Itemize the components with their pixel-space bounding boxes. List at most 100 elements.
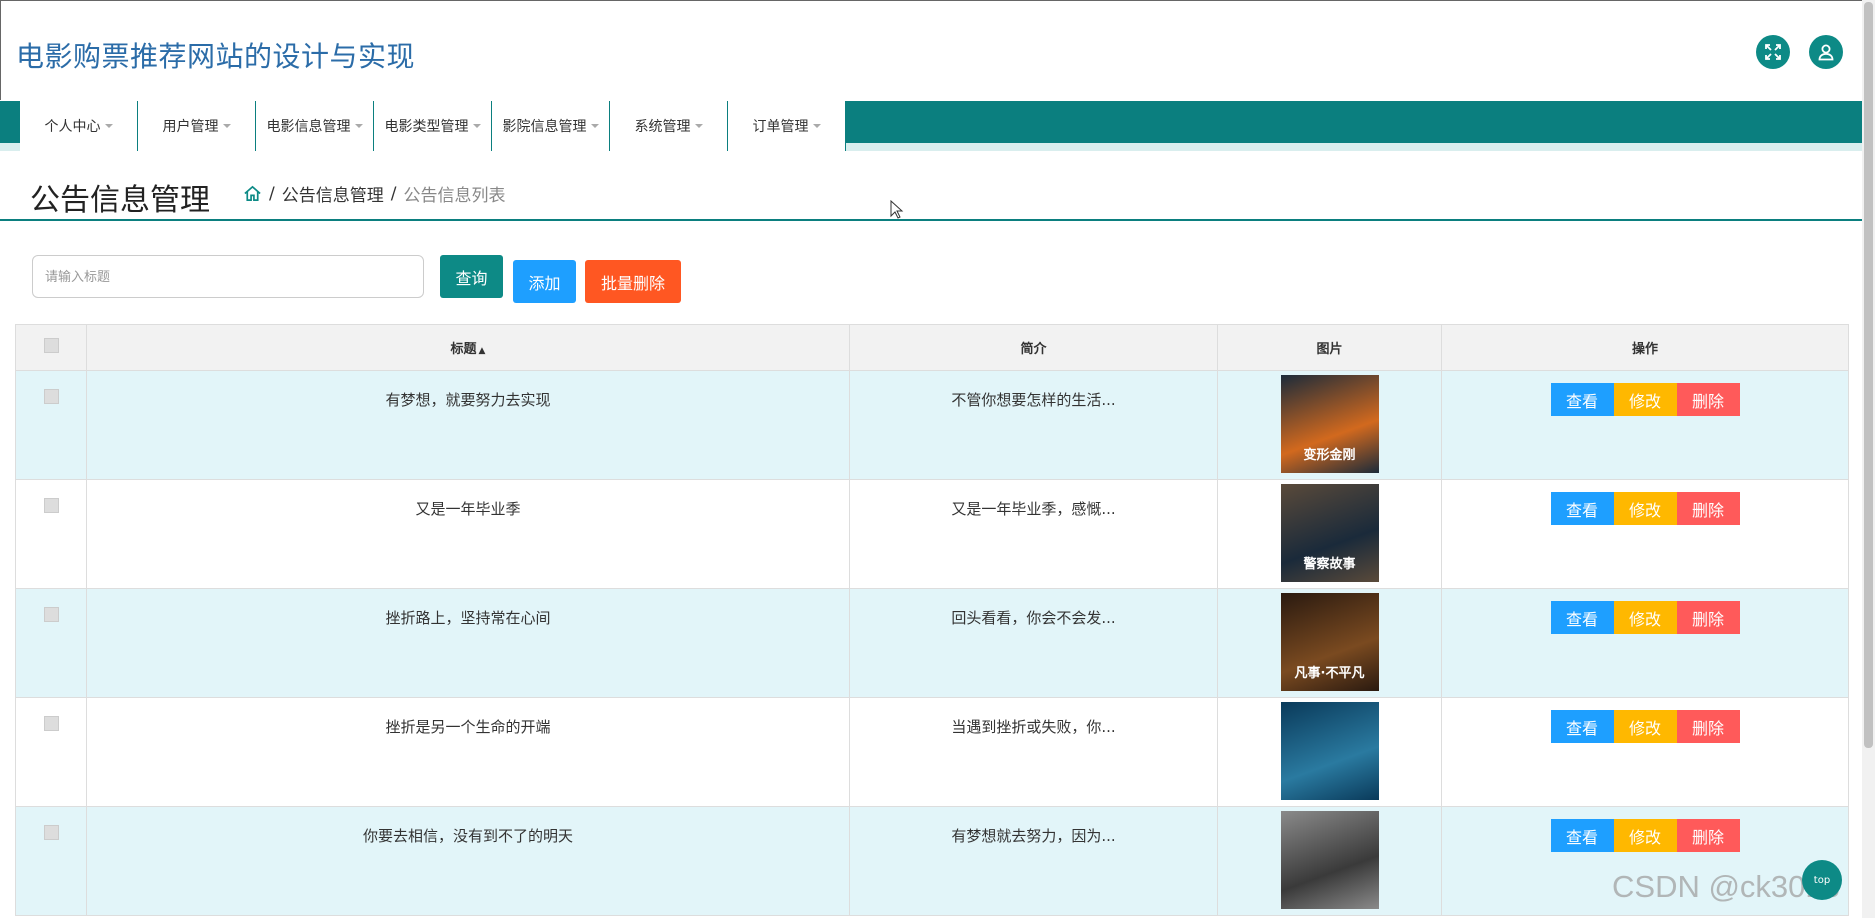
main-nav: 个人中心 用户管理 电影信息管理 电影类型管理 影院信息管理 系统管理 订单管理 — [0, 101, 1862, 151]
delete-button[interactable]: 删除 — [1676, 819, 1740, 852]
breadcrumb-separator: / — [390, 183, 397, 204]
fullscreen-icon — [1765, 44, 1781, 60]
title-cell: 挫折路上，坚持常在心间 — [86, 588, 850, 698]
page-title: 公告信息管理 — [30, 183, 210, 218]
fullscreen-button[interactable] — [1756, 35, 1790, 69]
breadcrumb: / 公告信息管理 / 公告信息列表 — [243, 181, 505, 206]
user-button[interactable] — [1809, 35, 1843, 69]
summary-cell: 回头看看，你会不会发... — [849, 588, 1218, 698]
actions-cell: 查看 修改 删除 — [1441, 370, 1849, 480]
delete-button[interactable]: 删除 — [1676, 710, 1740, 743]
nav-item-user-management[interactable]: 用户管理 — [138, 101, 256, 151]
image-cell — [1217, 806, 1442, 916]
summary-cell: 又是一年毕业季，感慨... — [849, 479, 1218, 589]
nav-item-label: 订单管理 — [752, 119, 809, 135]
poster-caption: 警察故事 — [1303, 557, 1356, 572]
column-header-summary: 简介 — [849, 324, 1218, 371]
nav-item-orders[interactable]: 订单管理 — [728, 101, 846, 151]
row-checkbox[interactable] — [43, 825, 59, 840]
caret-down-icon — [354, 124, 363, 128]
nav-item-system[interactable]: 系统管理 — [610, 101, 728, 151]
image-cell: 警察故事 — [1217, 479, 1442, 589]
summary-cell: 不管你想要怎样的生活... — [849, 370, 1218, 480]
title-cell: 又是一年毕业季 — [86, 479, 850, 589]
select-all-cell[interactable] — [15, 324, 87, 371]
row-checkbox[interactable] — [43, 607, 59, 622]
column-header-actions: 操作 — [1441, 324, 1849, 371]
caret-down-icon — [104, 124, 113, 128]
table-row: 挫折是另一个生命的开端 当遇到挫折或失败，你... 查看 修改 删除 — [15, 697, 1849, 807]
scrollbar-thumb[interactable] — [1864, 2, 1873, 748]
actions-cell: 查看 修改 删除 — [1441, 588, 1849, 698]
poster-image[interactable]: 变形金刚 — [1280, 375, 1379, 473]
poster-image[interactable]: 凡事·不平凡 — [1280, 593, 1379, 691]
actions-cell: 查看 修改 删除 — [1441, 479, 1849, 589]
mouse-cursor-icon — [890, 200, 904, 219]
add-button[interactable]: 添加 — [513, 260, 576, 303]
edit-button[interactable]: 修改 — [1613, 492, 1677, 525]
column-label: 标题 — [450, 342, 477, 357]
view-button[interactable]: 查看 — [1550, 601, 1614, 634]
summary-cell: 当遇到挫折或失败，你... — [849, 697, 1218, 807]
view-button[interactable]: 查看 — [1550, 492, 1614, 525]
nav-item-movie-type[interactable]: 电影类型管理 — [374, 101, 492, 151]
view-button[interactable]: 查看 — [1550, 710, 1614, 743]
edit-button[interactable]: 修改 — [1613, 383, 1677, 416]
caret-down-icon — [694, 124, 703, 128]
delete-button[interactable]: 删除 — [1676, 601, 1740, 634]
nav-item-label: 系统管理 — [634, 119, 691, 135]
title-cell: 挫折是另一个生命的开端 — [86, 697, 850, 807]
row-select-cell[interactable] — [15, 479, 87, 589]
row-checkbox[interactable] — [43, 389, 59, 404]
edit-button[interactable]: 修改 — [1613, 819, 1677, 852]
row-select-cell[interactable] — [15, 370, 87, 480]
row-select-cell[interactable] — [15, 697, 87, 807]
table-row: 又是一年毕业季 又是一年毕业季，感慨... 警察故事 查看 修改 删除 — [15, 479, 1849, 589]
table-row: 挫折路上，坚持常在心间 回头看看，你会不会发... 凡事·不平凡 查看 修改 删… — [15, 588, 1849, 698]
nav-item-label: 用户管理 — [162, 119, 219, 135]
row-checkbox[interactable] — [43, 716, 59, 731]
query-button[interactable]: 查询 — [440, 255, 503, 298]
poster-image[interactable] — [1280, 702, 1379, 800]
actions-cell: 查看 修改 删除 — [1441, 697, 1849, 807]
sort-icon[interactable]: ▲︎ — [479, 346, 486, 356]
row-select-cell[interactable] — [15, 588, 87, 698]
search-input[interactable] — [32, 255, 424, 298]
edit-button[interactable]: 修改 — [1613, 601, 1677, 634]
title-cell: 有梦想，就要努力去实现 — [86, 370, 850, 480]
breadcrumb-item[interactable]: 公告信息管理 — [282, 181, 384, 206]
nav-item-label: 影院信息管理 — [502, 119, 587, 135]
poster-image[interactable]: 警察故事 — [1280, 484, 1379, 582]
row-select-cell[interactable] — [15, 806, 87, 916]
nav-item-label: 电影信息管理 — [266, 119, 351, 135]
delete-button[interactable]: 删除 — [1676, 492, 1740, 525]
title-cell: 你要去相信，没有到不了的明天 — [86, 806, 850, 916]
home-icon[interactable] — [243, 184, 262, 203]
poster-caption: 凡事·不平凡 — [1294, 666, 1365, 681]
breadcrumb-current: 公告信息列表 — [403, 186, 506, 206]
announcement-table: 标题 ▲︎ 简介 图片 操作 有梦想，就要努力去实现 不管你想要怎样的生活... … — [15, 324, 1849, 916]
delete-button[interactable]: 删除 — [1676, 383, 1740, 416]
select-all-checkbox[interactable] — [43, 338, 59, 353]
view-button[interactable]: 查看 — [1550, 819, 1614, 852]
nav-item-personal-center[interactable]: 个人中心 — [20, 101, 138, 151]
nav-item-label: 个人中心 — [44, 119, 101, 135]
edit-button[interactable]: 修改 — [1613, 710, 1677, 743]
poster-caption: 变形金刚 — [1303, 448, 1356, 463]
back-to-top-button[interactable]: top — [1802, 860, 1842, 900]
caret-down-icon — [812, 124, 821, 128]
view-button[interactable]: 查看 — [1550, 383, 1614, 416]
table-row: 有梦想，就要努力去实现 不管你想要怎样的生活... 变形金刚 查看 修改 删除 — [15, 370, 1849, 480]
image-cell — [1217, 697, 1442, 807]
nav-item-label: 电影类型管理 — [384, 119, 469, 135]
row-checkbox[interactable] — [43, 498, 59, 513]
nav-item-movie-info[interactable]: 电影信息管理 — [256, 101, 374, 151]
batch-delete-button[interactable]: 批量删除 — [585, 260, 681, 303]
user-icon — [1818, 44, 1834, 61]
vertical-scrollbar[interactable] — [1862, 0, 1875, 918]
nav-item-cinema-info[interactable]: 影院信息管理 — [492, 101, 610, 151]
table-header-row: 标题 ▲︎ 简介 图片 操作 — [15, 324, 1849, 371]
poster-image[interactable] — [1280, 811, 1379, 909]
column-header-title[interactable]: 标题 ▲︎ — [86, 324, 850, 371]
caret-down-icon — [590, 124, 599, 128]
